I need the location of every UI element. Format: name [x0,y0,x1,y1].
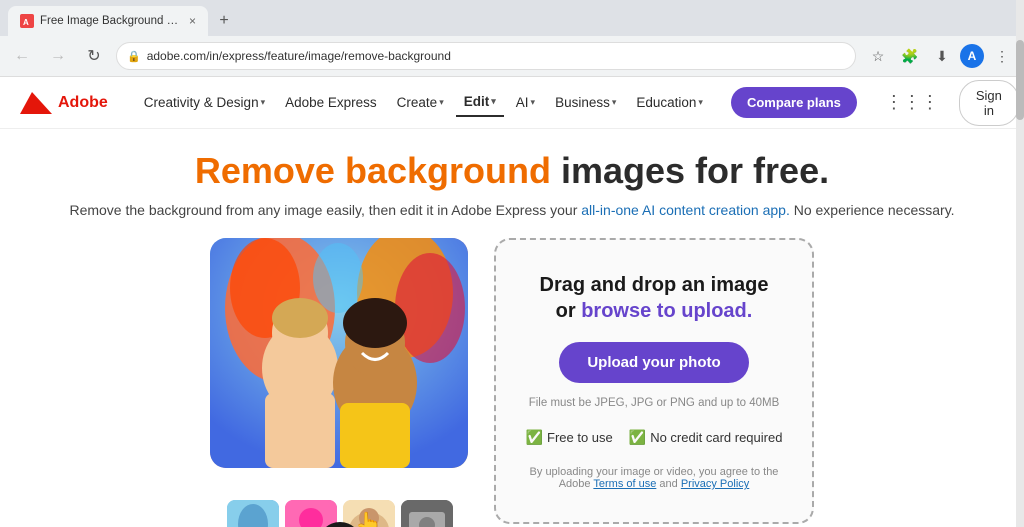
chevron-down-icon: ▾ [531,97,536,108]
profile-button[interactable]: A [960,44,984,68]
terms-of-use-link[interactable]: Terms of use [593,478,656,490]
lock-icon: 🔒 [127,50,141,63]
headline-rest: images for free. [551,150,829,191]
drag-drop-line2: or browse to upload. [540,298,769,324]
drag-drop-line1: Drag and drop an image [540,272,769,298]
browser-chrome: A Free Image Background Remo... × + ← → … [0,0,1024,77]
svg-text:A: A [23,18,29,26]
nav-creativity-design[interactable]: Creativity & Design ▾ [136,89,273,116]
free-to-use-label: Free to use [547,430,613,445]
reload-button[interactable]: ↻ [80,42,108,70]
tab-favicon: A [20,14,34,28]
chevron-down-icon: ▾ [612,97,617,108]
extensions-button[interactable]: 🧩 [896,42,924,70]
nav-education[interactable]: Education ▾ [628,89,711,116]
no-credit-card-check: ✅ No credit card required [629,429,783,446]
content-area: 👆 Drag and drop an image [40,238,984,527]
preview-svg [210,238,468,468]
thumbnail-1[interactable] [227,500,279,527]
thumb4-svg [401,500,453,527]
page-headline: Remove background images for free. [40,149,984,192]
new-tab-button[interactable]: + [212,9,236,33]
nav-ai[interactable]: AI ▾ [508,89,543,116]
checkmark-icon-1: ✅ [526,429,543,446]
upload-footer: By uploading your image or video, you ag… [520,466,788,490]
active-tab[interactable]: A Free Image Background Remo... × [8,6,208,36]
downloads-button[interactable]: ⬇ [928,42,956,70]
url-display: adobe.com/in/express/feature/image/remov… [147,49,845,63]
menu-button[interactable]: ⋮ [988,42,1016,70]
main-content: Remove background images for free. Remov… [0,129,1024,527]
bookmark-button[interactable]: ☆ [864,42,892,70]
subheadline-after: No experience necessary. [790,202,955,218]
back-button[interactable]: ← [8,42,36,70]
adobe-logo-svg [20,92,52,114]
thumbnail-4[interactable] [401,500,453,527]
toolbar-right: ☆ 🧩 ⬇ A ⋮ [864,42,1016,70]
subheadline-before: Remove the background from any image eas… [69,202,581,218]
thumbnail-2[interactable] [285,500,337,527]
drag-drop-or: or [556,300,582,322]
nav-create[interactable]: Create ▾ [389,89,452,116]
thumb2-svg [285,500,337,527]
chevron-down-icon: ▾ [439,97,444,108]
chevron-down-icon: ▾ [491,96,496,107]
tab-title: Free Image Background Remo... [40,15,183,27]
checkmark-icon-2: ✅ [629,429,646,446]
footer-middle: and [656,478,680,490]
nav-business[interactable]: Business ▾ [547,89,624,116]
forward-button[interactable]: → [44,42,72,70]
thumb3-svg [343,500,395,527]
tab-close-button[interactable]: × [189,14,196,28]
nav-menu: Creativity & Design ▾ Adobe Express Crea… [136,88,711,117]
free-to-use-check: ✅ Free to use [526,429,613,446]
adobe-logo-area: Adobe [20,92,108,114]
scrollbar-thumb[interactable] [1016,40,1024,120]
thumbnail-3[interactable]: 👆 [343,500,395,527]
page-subheadline: Remove the background from any image eas… [40,202,984,218]
drag-drop-text: Drag and drop an image or browse to uplo… [540,272,769,324]
chevron-down-icon: ▾ [698,97,703,108]
sign-in-button[interactable]: Sign in [959,80,1019,126]
file-requirements: File must be JPEG, JPG or PNG and up to … [529,397,780,409]
address-bar-row: ← → ↻ 🔒 adobe.com/in/express/feature/ima… [0,36,1024,76]
main-preview-image [210,238,468,468]
adobe-nav: Adobe Creativity & Design ▾ Adobe Expres… [0,77,1024,129]
nav-adobe-express[interactable]: Adobe Express [277,89,385,116]
adobe-wordmark: Adobe [58,94,108,112]
headline-colored-text: Remove background [195,150,551,191]
nav-edit[interactable]: Edit ▾ [456,88,504,117]
feature-checkmarks: ✅ Free to use ✅ No credit card required [526,429,783,446]
privacy-policy-link[interactable]: Privacy Policy [681,478,749,490]
upload-photo-button[interactable]: Upload your photo [559,342,748,383]
address-bar[interactable]: 🔒 adobe.com/in/express/feature/image/rem… [116,42,856,70]
chevron-down-icon: ▾ [261,97,266,108]
compare-plans-button[interactable]: Compare plans [731,87,857,118]
subheadline-link[interactable]: all-in-one AI content creation app. [581,202,790,218]
grid-icon[interactable]: ⋮⋮⋮ [885,92,939,113]
scrollbar[interactable] [1016,0,1024,527]
tab-bar: A Free Image Background Remo... × + [0,0,1024,36]
upload-dropzone[interactable]: Drag and drop an image or browse to uplo… [494,238,814,524]
thumb1-svg [227,500,279,527]
image-preview-area: 👆 [210,238,470,527]
no-credit-card-label: No credit card required [650,430,782,445]
browse-link[interactable]: browse to upload. [581,300,752,322]
